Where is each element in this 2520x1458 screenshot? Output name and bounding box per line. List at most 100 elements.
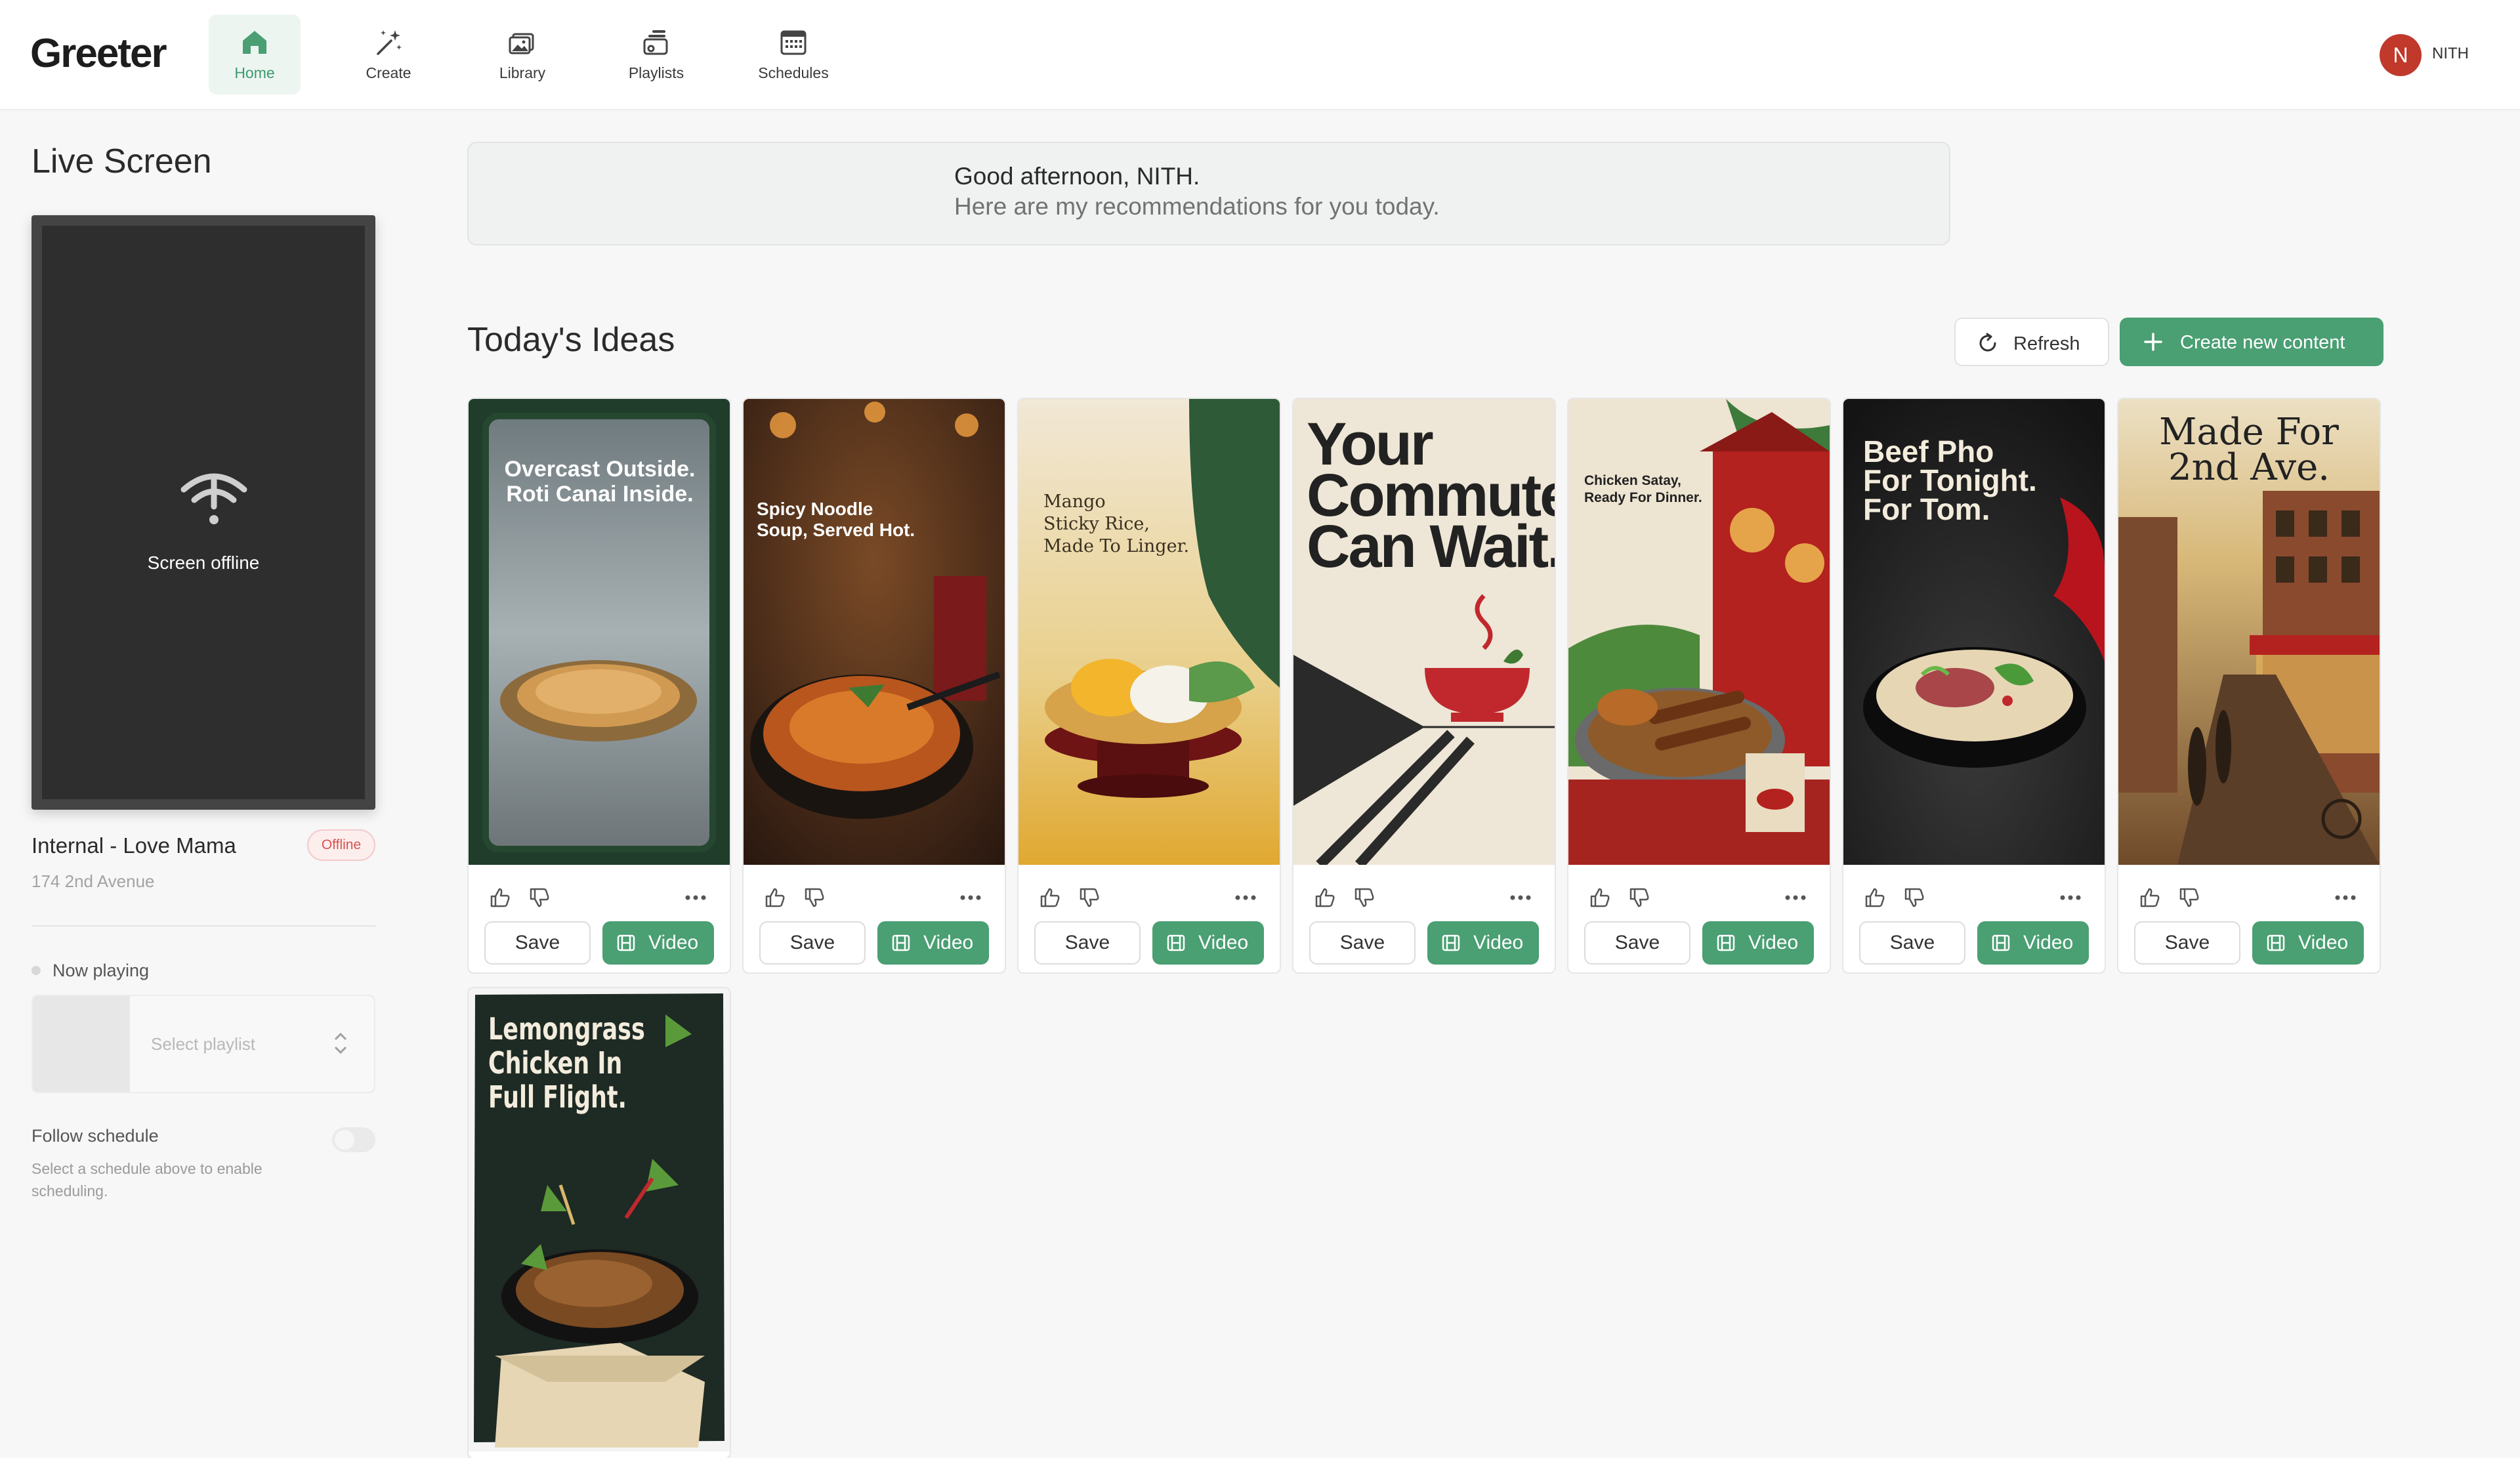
nav-label: Schedules <box>758 64 829 81</box>
thumbs-up-icon[interactable] <box>1863 886 1887 909</box>
idea-card[interactable]: Spicy Noodle Soup, Served Hot. Save Vide… <box>742 398 1006 974</box>
film-icon <box>1167 934 1185 951</box>
playlists-icon <box>643 30 668 55</box>
greeting-line-1: Good afternoon, NITH. <box>954 163 1200 190</box>
thumbs-down-icon[interactable] <box>803 886 826 909</box>
card-actions: Save Video <box>1293 866 1555 972</box>
thumbs-up-icon[interactable] <box>2138 886 2162 909</box>
more-options-icon[interactable] <box>1507 885 1534 911</box>
nav-home[interactable]: Home <box>209 14 301 94</box>
video-button[interactable]: Video <box>2252 921 2364 965</box>
thumbs-up-icon[interactable] <box>488 886 512 909</box>
app-logo[interactable]: Greeter <box>30 30 167 77</box>
follow-schedule-toggle[interactable] <box>332 1127 375 1152</box>
refresh-button[interactable]: Refresh <box>1954 318 2109 366</box>
poster-headline: Made For 2nd Ave. <box>2159 411 2339 489</box>
idea-card[interactable]: Overcast Outside. Roti Canai Inside. Sav… <box>467 398 731 974</box>
nav-schedules[interactable]: Schedules <box>747 14 839 94</box>
video-button[interactable]: Video <box>877 921 989 965</box>
nav-create[interactable]: Create <box>343 14 434 94</box>
idea-card[interactable]: Lemongrass Chicken In Full Flight. <box>467 987 731 1458</box>
save-button[interactable]: Save <box>2134 921 2240 965</box>
user-name[interactable]: NITH <box>2432 45 2469 63</box>
avatar[interactable]: N <box>2380 34 2422 76</box>
video-button[interactable]: Video <box>1702 921 1814 965</box>
poster-headline: Overcast Outside. Roti Canai Inside. <box>504 457 696 507</box>
wifi-off-icon <box>180 473 247 524</box>
card-actions: Save Video <box>469 866 730 972</box>
nav-library[interactable]: Library <box>476 14 568 94</box>
more-options-icon[interactable] <box>2332 885 2359 911</box>
more-options-icon[interactable] <box>957 885 984 911</box>
video-label: Video <box>923 932 974 953</box>
video-button[interactable]: Video <box>1977 921 2089 965</box>
card-actions: Save Video <box>1843 866 2105 972</box>
thumbs-down-icon[interactable] <box>1628 886 1651 909</box>
idea-poster[interactable]: Beef Pho For Tonight. For Tom. <box>1843 399 2105 865</box>
nav-playlists[interactable]: Playlists <box>610 14 702 94</box>
screen-offline-text: Screen offline <box>147 552 260 573</box>
thumbs-down-icon[interactable] <box>2177 886 2201 909</box>
save-button[interactable]: Save <box>759 921 866 965</box>
status-badge: Offline <box>307 829 375 861</box>
thumbs-up-icon[interactable] <box>1038 886 1062 909</box>
home-icon <box>243 31 266 54</box>
section-title: Today's Ideas <box>467 321 675 359</box>
thumbs-down-icon[interactable] <box>1353 886 1376 909</box>
more-options-icon[interactable] <box>1782 885 1809 911</box>
refresh-label: Refresh <box>2013 333 2080 354</box>
more-options-icon[interactable] <box>1232 885 1259 911</box>
thumbs-up-icon[interactable] <box>1313 886 1337 909</box>
nav-label: Create <box>366 64 411 81</box>
calendar-icon <box>780 30 807 55</box>
poster-headline: Beef Pho For Tonight. For Tom. <box>1863 434 2037 526</box>
location-address: 174 2nd Avenue <box>32 871 155 891</box>
idea-card[interactable]: Your Commute Can Wait. Save Video <box>1292 398 1556 974</box>
idea-poster[interactable]: Overcast Outside. Roti Canai Inside. <box>469 399 730 865</box>
poster-headline: Chicken Satay, Ready For Dinner. <box>1584 473 1702 505</box>
thumbs-down-icon[interactable] <box>1902 886 1926 909</box>
card-actions: Save Video <box>744 866 1005 972</box>
idea-poster[interactable]: Your Commute Can Wait. <box>1293 399 1555 865</box>
video-button[interactable]: Video <box>1152 921 1264 965</box>
nav-label: Library <box>499 64 546 81</box>
thumbs-down-icon[interactable] <box>528 886 551 909</box>
idea-poster[interactable]: Spicy Noodle Soup, Served Hot. <box>744 399 1005 865</box>
image-library-icon <box>509 33 534 54</box>
poster-headline: Spicy Noodle Soup, Served Hot. <box>757 499 915 540</box>
idea-poster[interactable]: Mango Sticky Rice, Made To Linger. <box>1018 399 1280 865</box>
top-navigation-bar: Greeter Home Create Library Playlists Sc… <box>0 0 2520 110</box>
video-button[interactable]: Video <box>602 921 714 965</box>
idea-card[interactable]: Made For 2nd Ave. Save Video <box>2117 398 2381 974</box>
noodle-soup-poster-image <box>744 399 1005 865</box>
more-options-icon[interactable] <box>682 885 709 911</box>
poster-headline: Your Commute Can Wait. <box>1307 411 1555 580</box>
thumbs-up-icon[interactable] <box>763 886 787 909</box>
nav-label: Playlists <box>628 64 684 81</box>
idea-card[interactable]: Beef Pho For Tonight. For Tom. Save Vide… <box>1842 398 2106 974</box>
live-screen-title: Live Screen <box>32 142 212 180</box>
save-button[interactable]: Save <box>1584 921 1690 965</box>
idea-poster[interactable]: Made For 2nd Ave. <box>2118 399 2380 865</box>
film-icon <box>2267 934 2285 951</box>
idea-card[interactable]: Chicken Satay, Ready For Dinner. Save Vi… <box>1567 398 1831 974</box>
idea-poster[interactable]: Lemongrass Chicken In Full Flight. <box>469 988 730 1451</box>
poster-headline: Lemongrass Chicken In Full Flight. <box>488 1011 645 1115</box>
video-label: Video <box>2023 932 2074 953</box>
more-options-icon[interactable] <box>2057 885 2084 911</box>
thumbs-down-icon[interactable] <box>1078 886 1101 909</box>
save-button[interactable]: Save <box>1309 921 1416 965</box>
idea-card[interactable]: Mango Sticky Rice, Made To Linger. Save … <box>1017 398 1281 974</box>
location-name: Internal - Love Mama <box>32 833 236 858</box>
save-button[interactable]: Save <box>484 921 591 965</box>
save-button[interactable]: Save <box>1034 921 1141 965</box>
thumbs-up-icon[interactable] <box>1588 886 1612 909</box>
live-screen-preview[interactable]: Screen offline <box>32 215 375 810</box>
card-actions: Save Video <box>1568 866 1830 972</box>
screen-display: Screen offline <box>42 226 365 799</box>
playlist-select[interactable]: Select playlist <box>32 995 375 1093</box>
video-button[interactable]: Video <box>1427 921 1539 965</box>
create-new-content-button[interactable]: Create new content <box>2120 318 2384 366</box>
idea-poster[interactable]: Chicken Satay, Ready For Dinner. <box>1568 399 1830 865</box>
save-button[interactable]: Save <box>1859 921 1965 965</box>
